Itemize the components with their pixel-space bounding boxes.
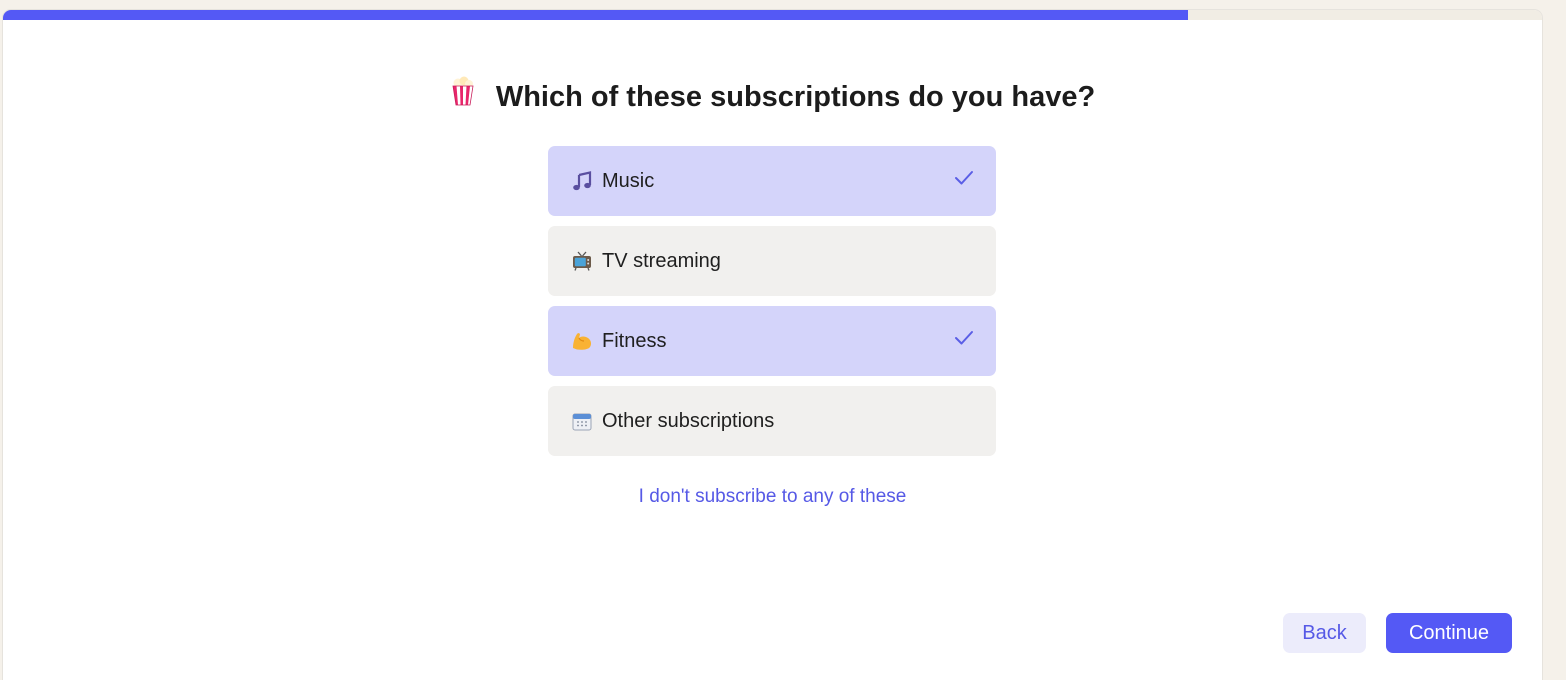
option-tv-streaming[interactable]: TV streaming xyxy=(548,226,996,296)
option-label: TV streaming xyxy=(602,249,721,272)
options-list: Music TV streaming Fitness Other subscri… xyxy=(548,146,996,466)
onboarding-card: Which of these subscriptions do you have… xyxy=(3,10,1542,680)
flexed-biceps-icon xyxy=(571,330,593,352)
continue-button[interactable]: Continue xyxy=(1386,613,1512,653)
question-title: Which of these subscriptions do you have… xyxy=(495,80,1096,113)
calendar-icon xyxy=(571,410,593,432)
checkmark-icon xyxy=(955,331,973,345)
tv-icon xyxy=(571,250,593,272)
option-fitness[interactable]: Fitness xyxy=(548,306,996,376)
back-button[interactable]: Back xyxy=(1283,613,1366,653)
option-music[interactable]: Music xyxy=(548,146,996,216)
option-label: Music xyxy=(602,169,655,192)
progress-bar xyxy=(3,10,1542,20)
option-label: Other subscriptions xyxy=(602,409,775,432)
none-of-these-link[interactable]: I don't subscribe to any of these xyxy=(3,486,1542,508)
checkmark-icon xyxy=(955,171,973,185)
question-heading: Which of these subscriptions do you have… xyxy=(3,76,1542,114)
musical-notes-icon xyxy=(571,170,593,192)
option-other-subscriptions[interactable]: Other subscriptions xyxy=(548,386,996,456)
popcorn-icon xyxy=(450,76,476,114)
progress-bar-fill xyxy=(3,10,1189,20)
option-label: Fitness xyxy=(602,329,667,352)
